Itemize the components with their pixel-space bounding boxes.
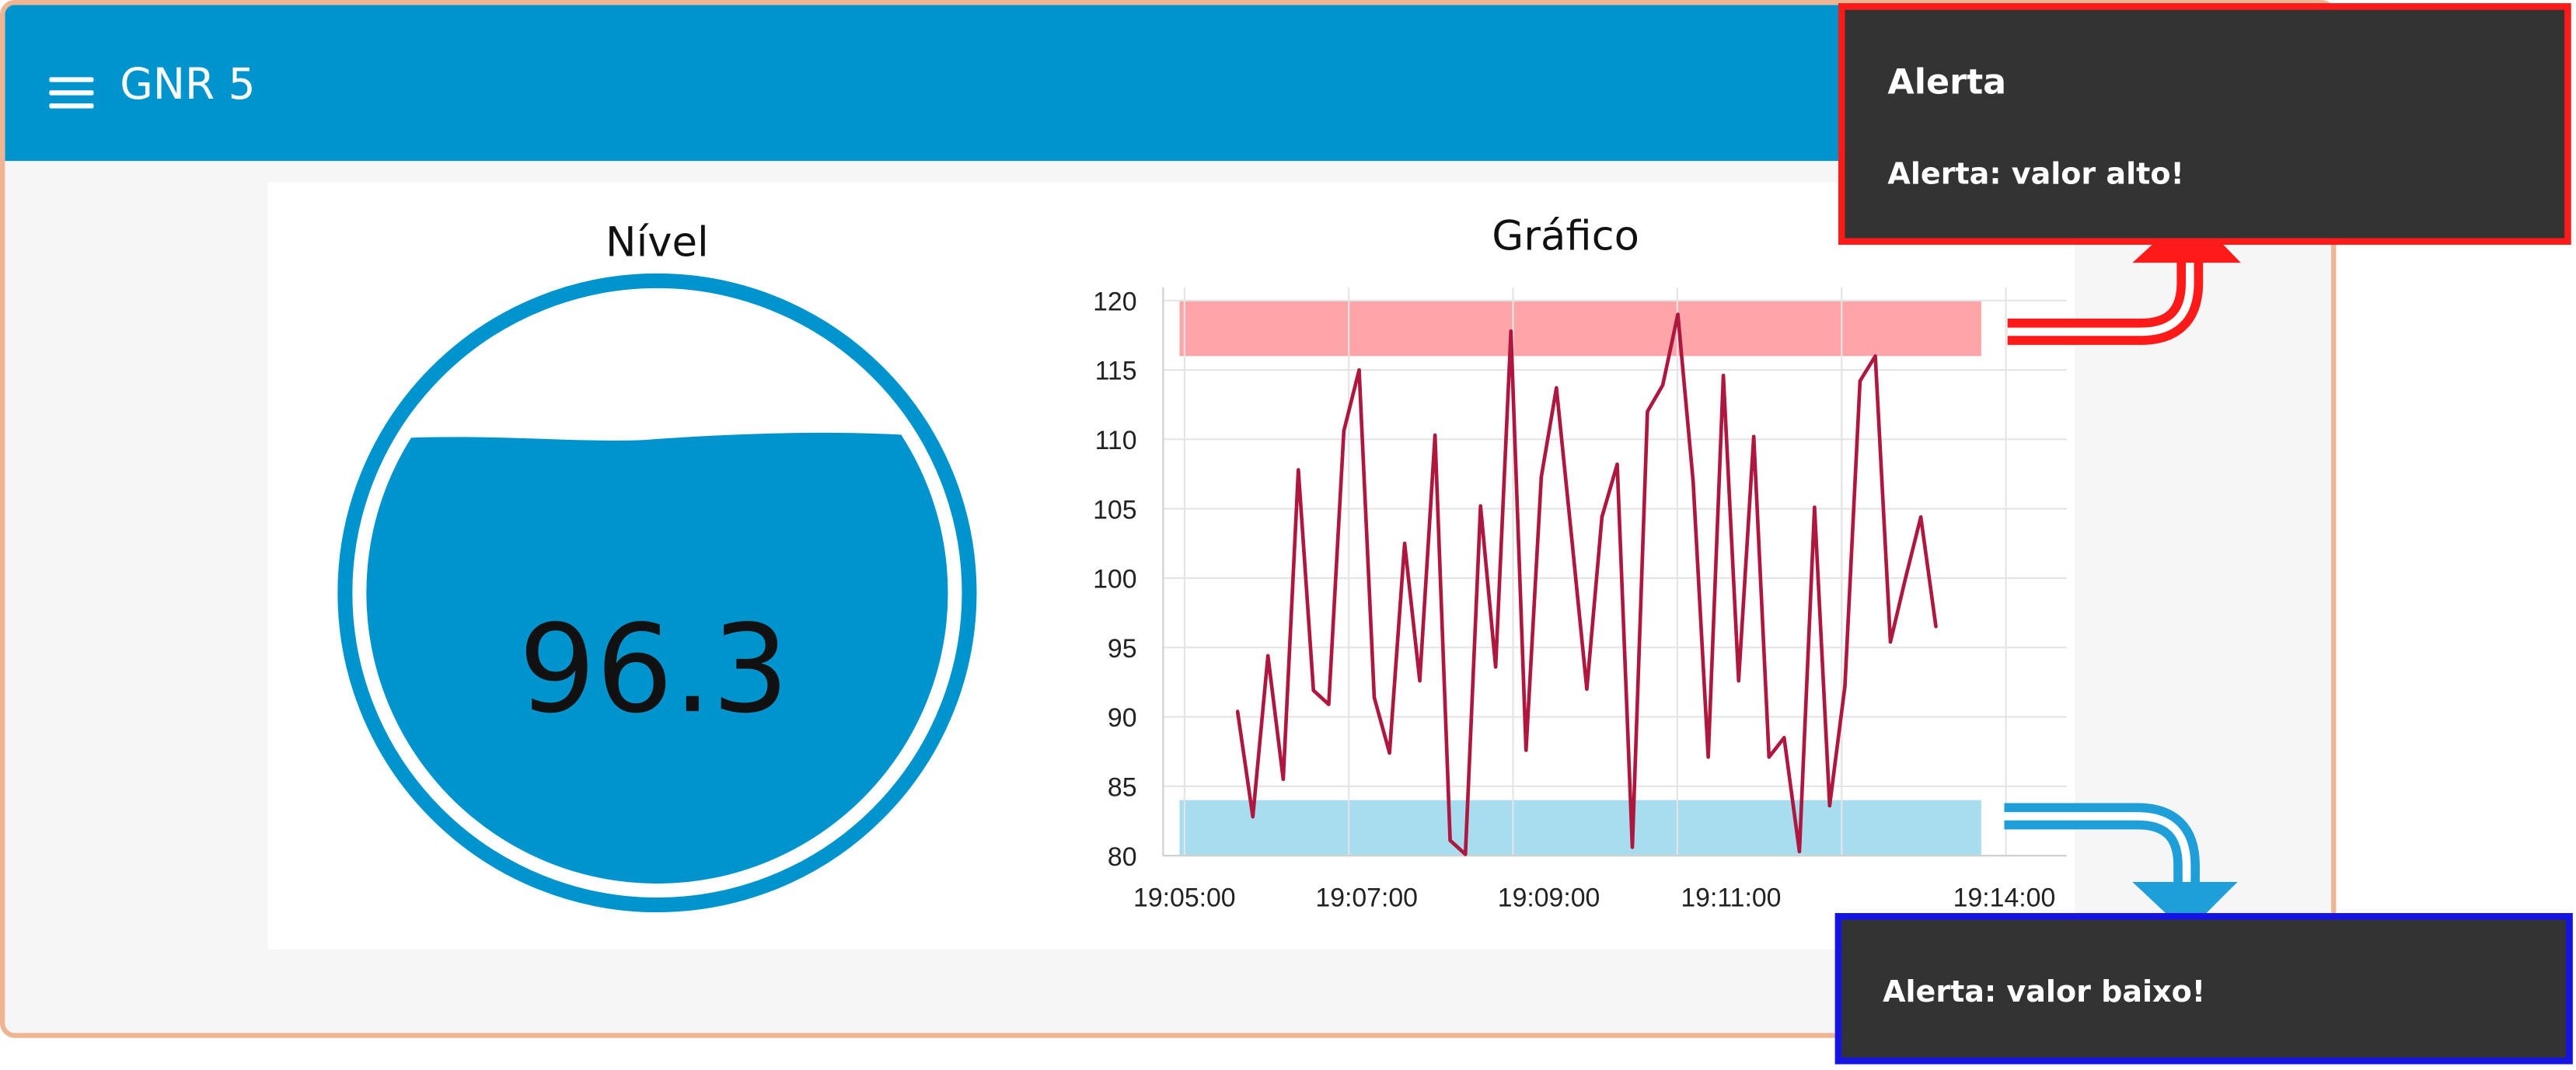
low-value-alert-toast[interactable]: Alerta: valor baixo!	[1834, 913, 2573, 1065]
alert-title: Alerta	[1887, 62, 2007, 103]
alert-message: Alerta: valor alto!	[1887, 157, 2184, 193]
high-alert-arrow-shaft	[2007, 256, 2204, 345]
low-alert-arrow-shaft	[2004, 803, 2200, 887]
high-value-alert-toast[interactable]: Alerta Alerta: valor alto!	[1838, 3, 2571, 245]
alert-message: Alerta: valor baixo!	[1883, 975, 2206, 1010]
